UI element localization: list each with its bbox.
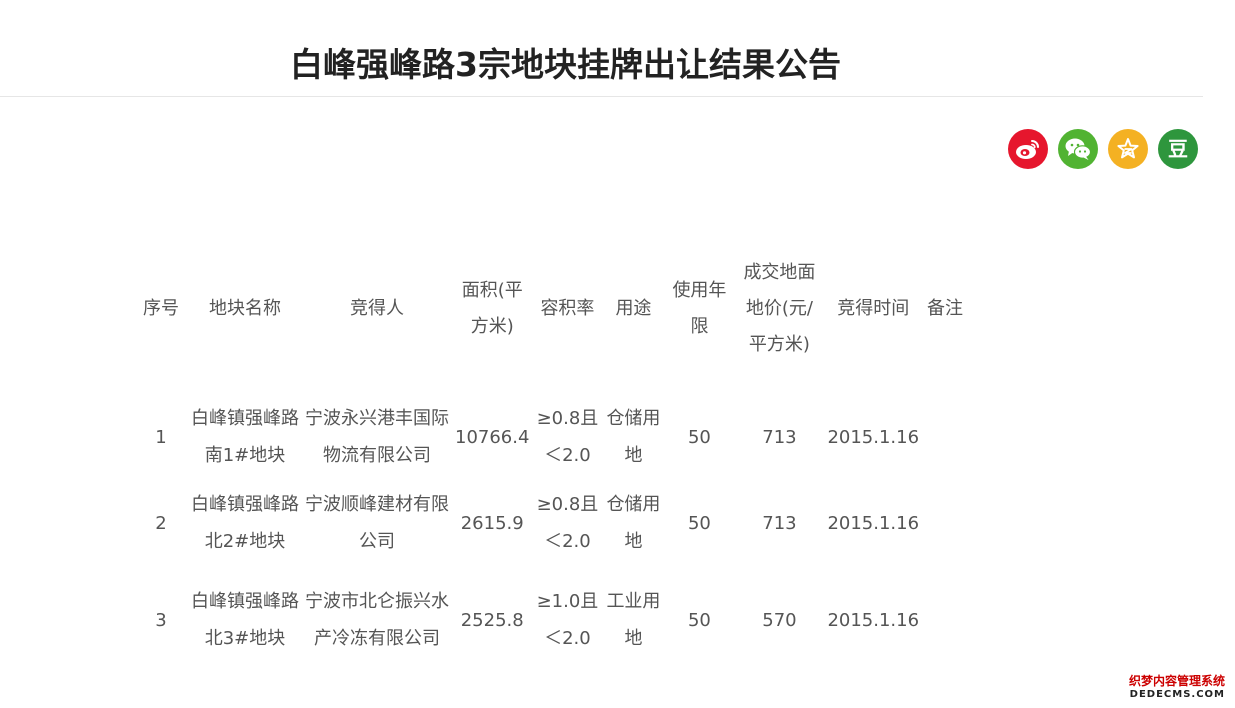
cell-remark (922, 394, 968, 480)
cell-area: 10766.4 (455, 426, 530, 448)
header-usage: 用途 (615, 298, 652, 319)
cell-far: ≥0.8且＜2.0 (536, 408, 599, 466)
title-divider (0, 96, 1203, 97)
cell-area: 2525.8 (460, 609, 524, 631)
wechat-icon (1065, 138, 1092, 160)
cell-usage: 工业用地 (606, 591, 661, 649)
cell-name: 白峰镇强峰路北2#地块 (191, 494, 299, 552)
weibo-icon (1016, 140, 1039, 159)
share-douban-button[interactable]: 豆 (1158, 129, 1198, 169)
watermark: 织梦内容管理系统 DEDECMS.COM (1128, 673, 1225, 700)
watermark-cn: 织梦内容管理系统 (1128, 673, 1225, 688)
watermark-en: DEDECMS.COM (1129, 688, 1225, 700)
cell-price: 713 (762, 426, 797, 448)
table-row: 3 白峰镇强峰路北3#地块 宁波市北仑振兴水产冷冻有限公司 2525.8 ≥1.… (134, 566, 968, 674)
share-wechat-button[interactable] (1058, 129, 1098, 169)
cell-name: 白峰镇强峰路南1#地块 (191, 408, 299, 466)
cell-usage: 仓储用地 (606, 494, 661, 552)
cell-winner: 宁波永兴港丰国际物流有限公司 (305, 408, 449, 466)
cell-area: 2615.9 (460, 512, 524, 534)
header-far: 容积率 (540, 298, 595, 319)
result-table: 序号 地块名称 竞得人 面积(平方米) 容积率 用途 使用年限 成交地面地价(元… (134, 224, 968, 674)
header-time: 竞得时间 (837, 298, 910, 319)
cell-far: ≥1.0且＜2.0 (536, 591, 599, 649)
cell-usage: 仓储用地 (606, 408, 661, 466)
header-price: 成交地面地价(元/平方米) (743, 262, 816, 355)
share-weibo-button[interactable] (1008, 129, 1048, 169)
cell-seq: 3 (155, 609, 167, 631)
cell-term: 50 (687, 609, 711, 631)
cell-time: 2015.1.16 (827, 426, 920, 448)
share-bar: 豆 (1008, 129, 1198, 169)
cell-remark (922, 480, 968, 566)
cell-term: 50 (687, 512, 711, 534)
header-area: 面积(平方米) (461, 280, 523, 337)
page-title: 白峰强峰路3宗地块挂牌出让结果公告 (290, 45, 841, 84)
cell-seq: 1 (155, 426, 167, 448)
table-row: 1 白峰镇强峰路南1#地块 宁波永兴港丰国际物流有限公司 10766.4 ≥0.… (134, 394, 968, 480)
cell-far: ≥0.8且＜2.0 (536, 494, 599, 552)
header-remark: 备注 (927, 298, 964, 319)
cell-price: 713 (762, 512, 797, 534)
header-winner: 竞得人 (350, 298, 404, 319)
douban-icon: 豆 (1168, 137, 1188, 161)
table-header-row: 序号 地块名称 竞得人 面积(平方米) 容积率 用途 使用年限 成交地面地价(元… (134, 224, 968, 394)
header-seq: 序号 (143, 298, 179, 319)
cell-price: 570 (762, 609, 797, 631)
cell-term: 50 (687, 426, 711, 448)
cell-time: 2015.1.16 (827, 512, 920, 534)
cell-time: 2015.1.16 (827, 609, 920, 631)
cell-remark (922, 566, 968, 674)
share-qzone-button[interactable] (1108, 129, 1148, 169)
cell-winner: 宁波市北仑振兴水产冷冻有限公司 (305, 591, 449, 649)
cell-name: 白峰镇强峰路北3#地块 (191, 591, 299, 649)
cell-winner: 宁波顺峰建材有限公司 (305, 494, 449, 552)
header-name: 地块名称 (209, 298, 281, 319)
qzone-icon (1117, 138, 1139, 159)
header-term: 使用年限 (672, 280, 727, 337)
table-row: 2 白峰镇强峰路北2#地块 宁波顺峰建材有限公司 2615.9 ≥0.8且＜2.… (134, 480, 968, 566)
cell-seq: 2 (155, 512, 167, 534)
